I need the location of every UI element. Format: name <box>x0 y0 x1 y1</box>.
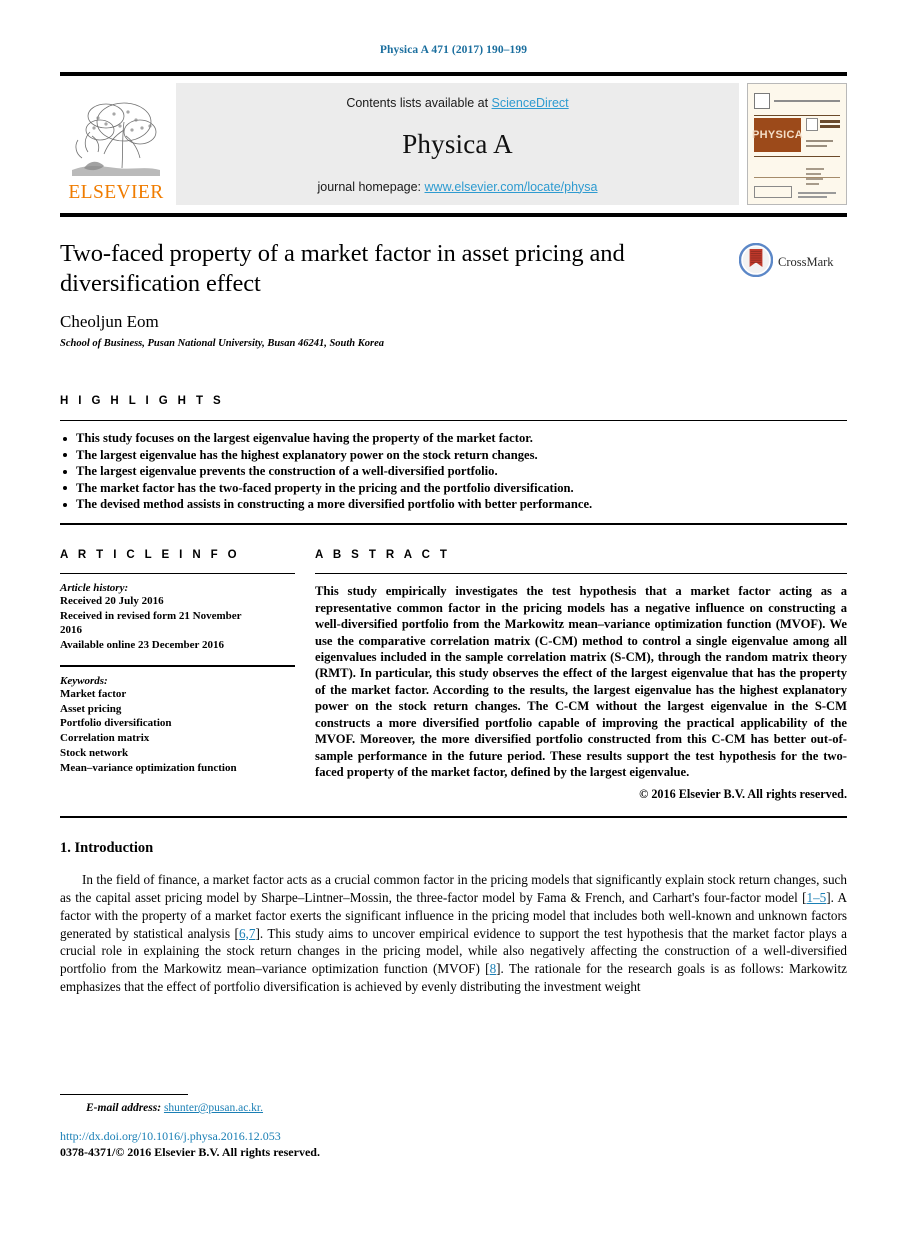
email-label: E-mail address: <box>86 1102 162 1114</box>
journal-homepage-line: journal homepage: www.elsevier.com/locat… <box>317 180 597 194</box>
contents-box: Contents lists available at ScienceDirec… <box>176 82 739 205</box>
title-text-group: Two-faced property of a market factor in… <box>60 239 739 349</box>
crossmark-badge[interactable]: CrossMark <box>738 239 847 282</box>
elsevier-wordmark: ELSEVIER <box>68 182 164 203</box>
list-item: The largest eigenvalue has the highest e… <box>60 447 847 464</box>
page-title: Two-faced property of a market factor in… <box>60 239 625 297</box>
article-history-line: Available online 23 December 2016 <box>60 638 224 651</box>
article-history-line: Received in revised form 21 November <box>60 609 242 622</box>
contents-prefix: Contents lists available at <box>346 95 492 110</box>
cover-title-band: PHYSICA <box>752 117 803 152</box>
cover-square-mark <box>806 117 818 131</box>
paper-page: Physica A 471 (2017) 190–199 ELSEVIER Co… <box>0 0 907 1238</box>
journal-name: Physica A <box>402 129 513 159</box>
crossmark-icon <box>738 242 774 282</box>
highlights-top-rule <box>60 419 847 422</box>
running-head: Physica A 471 (2017) 190–199 <box>379 44 528 56</box>
article-info-rule <box>60 572 295 575</box>
cover-text-lines <box>806 139 840 147</box>
article-info-column: A R T I C L E I N F O Article history: R… <box>60 549 315 803</box>
contents-available-line: Contents lists available at ScienceDirec… <box>346 96 568 110</box>
page-footer: E-mail address: shunter@pusan.ac.kr. htt… <box>60 1093 847 1160</box>
header-bottom-rule <box>60 212 847 217</box>
article-history-line: Received 20 July 2016 <box>60 595 164 608</box>
keywords-label: Keywords: <box>60 674 108 687</box>
journal-homepage-link[interactable]: www.elsevier.com/locate/physa <box>425 180 598 194</box>
elsevier-tree-icon <box>70 96 162 182</box>
article-info-heading: A R T I C L E I N F O <box>60 548 241 561</box>
issn-copyright: 0378-4371/© 2016 Elsevier B.V. All right… <box>60 1145 320 1159</box>
highlights-list: This study focuses on the largest eigenv… <box>60 430 847 513</box>
cover-rule-bottom <box>754 176 840 178</box>
homepage-prefix: journal homepage: <box>317 179 425 194</box>
cover-issue-line <box>774 99 840 102</box>
cover-subtitle-lines <box>820 119 840 128</box>
footnote-email-line: E-mail address: shunter@pusan.ac.kr. <box>60 1102 847 1114</box>
elsevier-logo: ELSEVIER <box>60 83 172 205</box>
cover-top-row <box>754 90 840 112</box>
keywords-rule <box>60 665 295 667</box>
introduction-paragraph: In the field of finance, a market factor… <box>60 871 847 996</box>
cover-footer-lines <box>798 191 840 198</box>
sciencedirect-link[interactable]: ScienceDirect <box>492 96 569 110</box>
article-history-line: 2016 <box>60 624 82 637</box>
list-item: The market factor has the two-faced prop… <box>60 480 847 497</box>
keyword-item: Market factor <box>60 687 127 700</box>
author-name: Cheoljun Eom <box>60 311 159 331</box>
keyword-item: Stock network <box>60 747 129 760</box>
journal-cover-thumbnail: PHYSICA <box>747 82 847 205</box>
highlights-section: H I G H L I G H T S This study focuses o… <box>60 395 847 525</box>
highlights-bottom-rule <box>60 523 847 525</box>
email-link[interactable]: shunter@pusan.ac.kr. <box>164 1102 263 1114</box>
cover-rule-top <box>754 114 840 116</box>
crossmark-label: CrossMark <box>778 254 834 269</box>
cover-publisher-mark <box>754 92 770 109</box>
abstract-heading: A B S T R A C T <box>315 548 451 561</box>
footnote-rule <box>60 1093 188 1095</box>
info-abstract-columns: A R T I C L E I N F O Article history: R… <box>60 549 847 803</box>
keyword-item: Portfolio diversification <box>60 717 172 730</box>
abstract-bottom-rule <box>60 816 847 819</box>
keyword-item: Asset pricing <box>60 702 122 715</box>
cover-band-label: PHYSICA <box>752 128 803 141</box>
highlights-heading: H I G H L I G H T S <box>60 394 225 407</box>
journal-header-band: ELSEVIER Contents lists available at Sci… <box>60 82 847 205</box>
cover-footer-box <box>754 185 792 198</box>
citation-link[interactable]: 1–5 <box>806 890 826 905</box>
keyword-item: Mean–variance optimization function <box>60 761 237 774</box>
article-history-label: Article history: <box>60 582 129 595</box>
intro-text-part1: In the field of finance, a market factor… <box>60 872 847 905</box>
abstract-column: A B S T R A C T This study empirically i… <box>315 549 847 803</box>
header-top-rule <box>60 72 847 76</box>
abstract-body: This study empirically investigates the … <box>315 584 847 779</box>
keyword-item: Correlation matrix <box>60 732 150 745</box>
section-heading-introduction: 1. Introduction <box>60 840 154 857</box>
abstract-copyright: © 2016 Elsevier B.V. All rights reserved… <box>639 787 847 802</box>
doi-link[interactable]: http://dx.doi.org/10.1016/j.physa.2016.1… <box>60 1129 847 1144</box>
citation-link[interactable]: 6,7 <box>239 926 255 941</box>
abstract-rule <box>315 572 847 575</box>
cover-rule-mid <box>754 155 840 157</box>
list-item: The devised method assists in constructi… <box>60 496 847 513</box>
introduction-section: 1. Introduction In the field of finance,… <box>60 840 847 996</box>
list-item: This study focuses on the largest eigenv… <box>60 430 847 447</box>
title-block: Two-faced property of a market factor in… <box>60 239 847 349</box>
list-item: The largest eigenvalue prevents the cons… <box>60 463 847 480</box>
author-affiliation: School of Business, Pusan National Unive… <box>60 337 385 349</box>
